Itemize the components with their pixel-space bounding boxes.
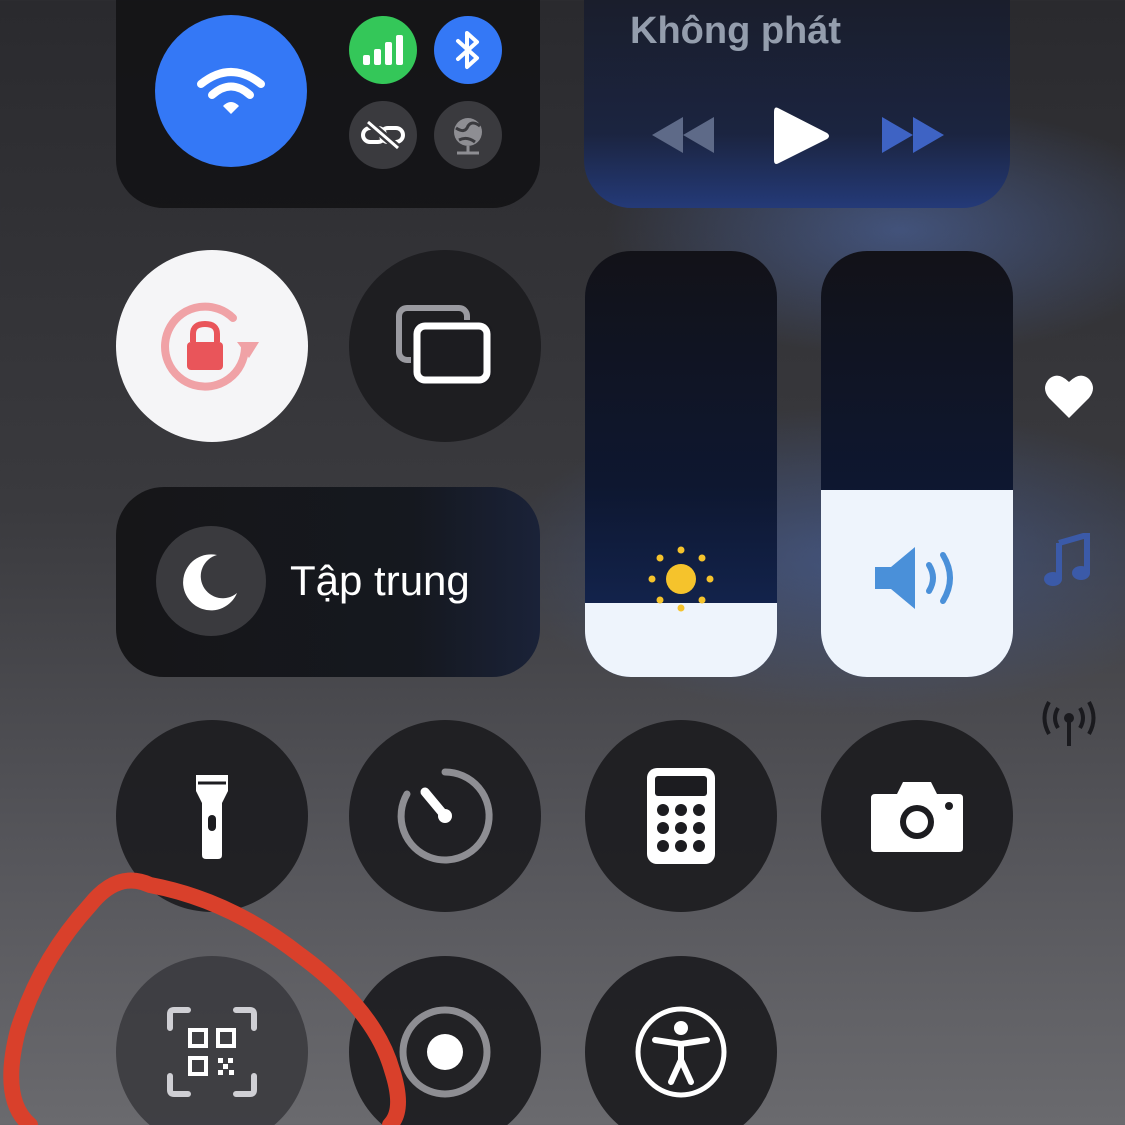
speaker-icon — [875, 547, 953, 609]
camera-icon — [871, 782, 963, 852]
wifi-icon — [197, 68, 265, 114]
sun-icon — [648, 546, 714, 612]
moon-icon — [183, 554, 237, 611]
focus-label: Tập trung — [290, 557, 470, 604]
accessibility-button[interactable] — [585, 956, 777, 1125]
bluetooth-icon — [456, 31, 479, 69]
red-circle-annotation — [3, 872, 406, 1125]
vpn-button[interactable] — [434, 101, 502, 169]
screen-mirroring-icon — [396, 305, 493, 386]
media-status-text: Không phát — [630, 10, 842, 52]
screen-mirroring-button[interactable] — [349, 250, 541, 442]
antenna-icon — [1042, 701, 1096, 746]
focus-icon-circle — [156, 526, 266, 636]
brightness-fill — [585, 603, 777, 677]
hotspot-button[interactable] — [349, 101, 417, 169]
timer-icon — [397, 768, 493, 864]
cellular-signal-icon — [363, 35, 403, 65]
brightness-slider[interactable] — [585, 251, 777, 677]
volume-slider[interactable] — [821, 251, 1013, 677]
camera-button[interactable] — [821, 720, 1013, 912]
orientation-lock-button[interactable] — [116, 250, 308, 442]
personal-hotspot-icon — [361, 120, 405, 150]
cellular-data-button[interactable] — [349, 16, 417, 84]
accessibility-icon — [635, 1006, 727, 1098]
fast-forward-icon[interactable] — [880, 115, 946, 155]
wifi-button[interactable] — [155, 15, 307, 167]
rewind-icon[interactable] — [650, 115, 716, 155]
music-note-icon — [1044, 533, 1090, 586]
vpn-globe-icon — [454, 118, 482, 155]
flashlight-icon — [196, 775, 228, 859]
heart-icon — [1045, 375, 1093, 418]
calculator-icon — [647, 768, 715, 864]
orientation-lock-icon — [161, 302, 259, 391]
play-icon[interactable] — [772, 104, 832, 168]
calculator-button[interactable] — [585, 720, 777, 912]
bluetooth-button[interactable] — [434, 16, 502, 84]
